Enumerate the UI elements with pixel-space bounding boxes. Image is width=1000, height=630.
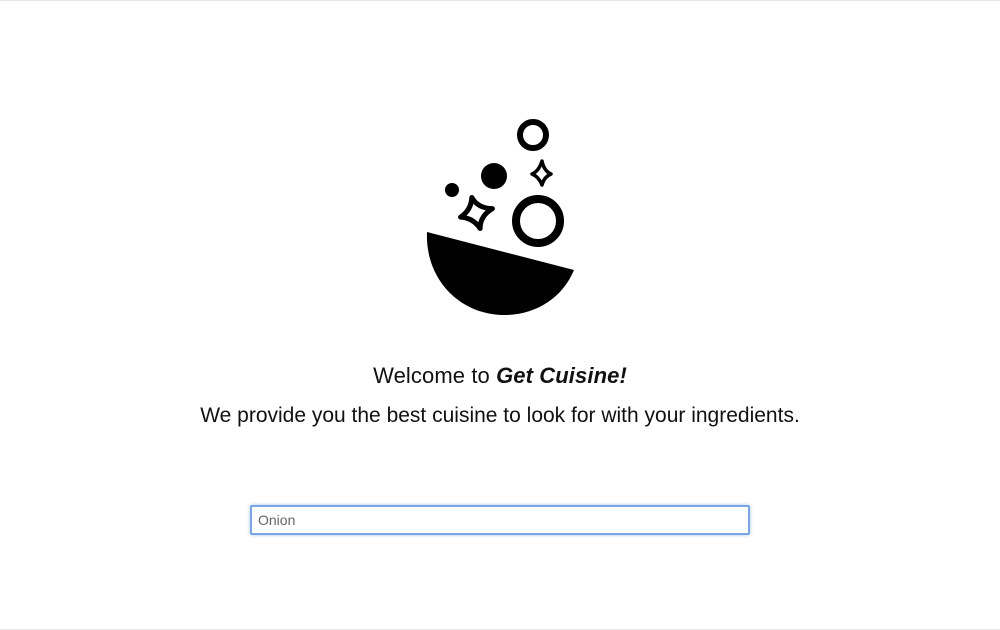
ingredient-search-input[interactable] (250, 505, 750, 535)
welcome-prefix: Welcome to (373, 363, 497, 388)
large-ring-icon (512, 195, 564, 247)
bowl-logo-icon (426, 119, 574, 316)
small-sparkle-icon (530, 159, 553, 187)
page: Welcome to Get Cuisine! We provide you t… (0, 0, 1000, 630)
dot-small-icon (445, 183, 459, 197)
welcome-heading: Welcome to Get Cuisine! (0, 361, 1000, 391)
large-sparkle-icon (458, 195, 495, 231)
bowl-icon (426, 232, 574, 316)
dot-medium-icon (481, 163, 507, 189)
small-ring-icon (517, 119, 549, 151)
brand-name: Get Cuisine! (496, 363, 627, 388)
tagline: We provide you the best cuisine to look … (200, 404, 800, 427)
